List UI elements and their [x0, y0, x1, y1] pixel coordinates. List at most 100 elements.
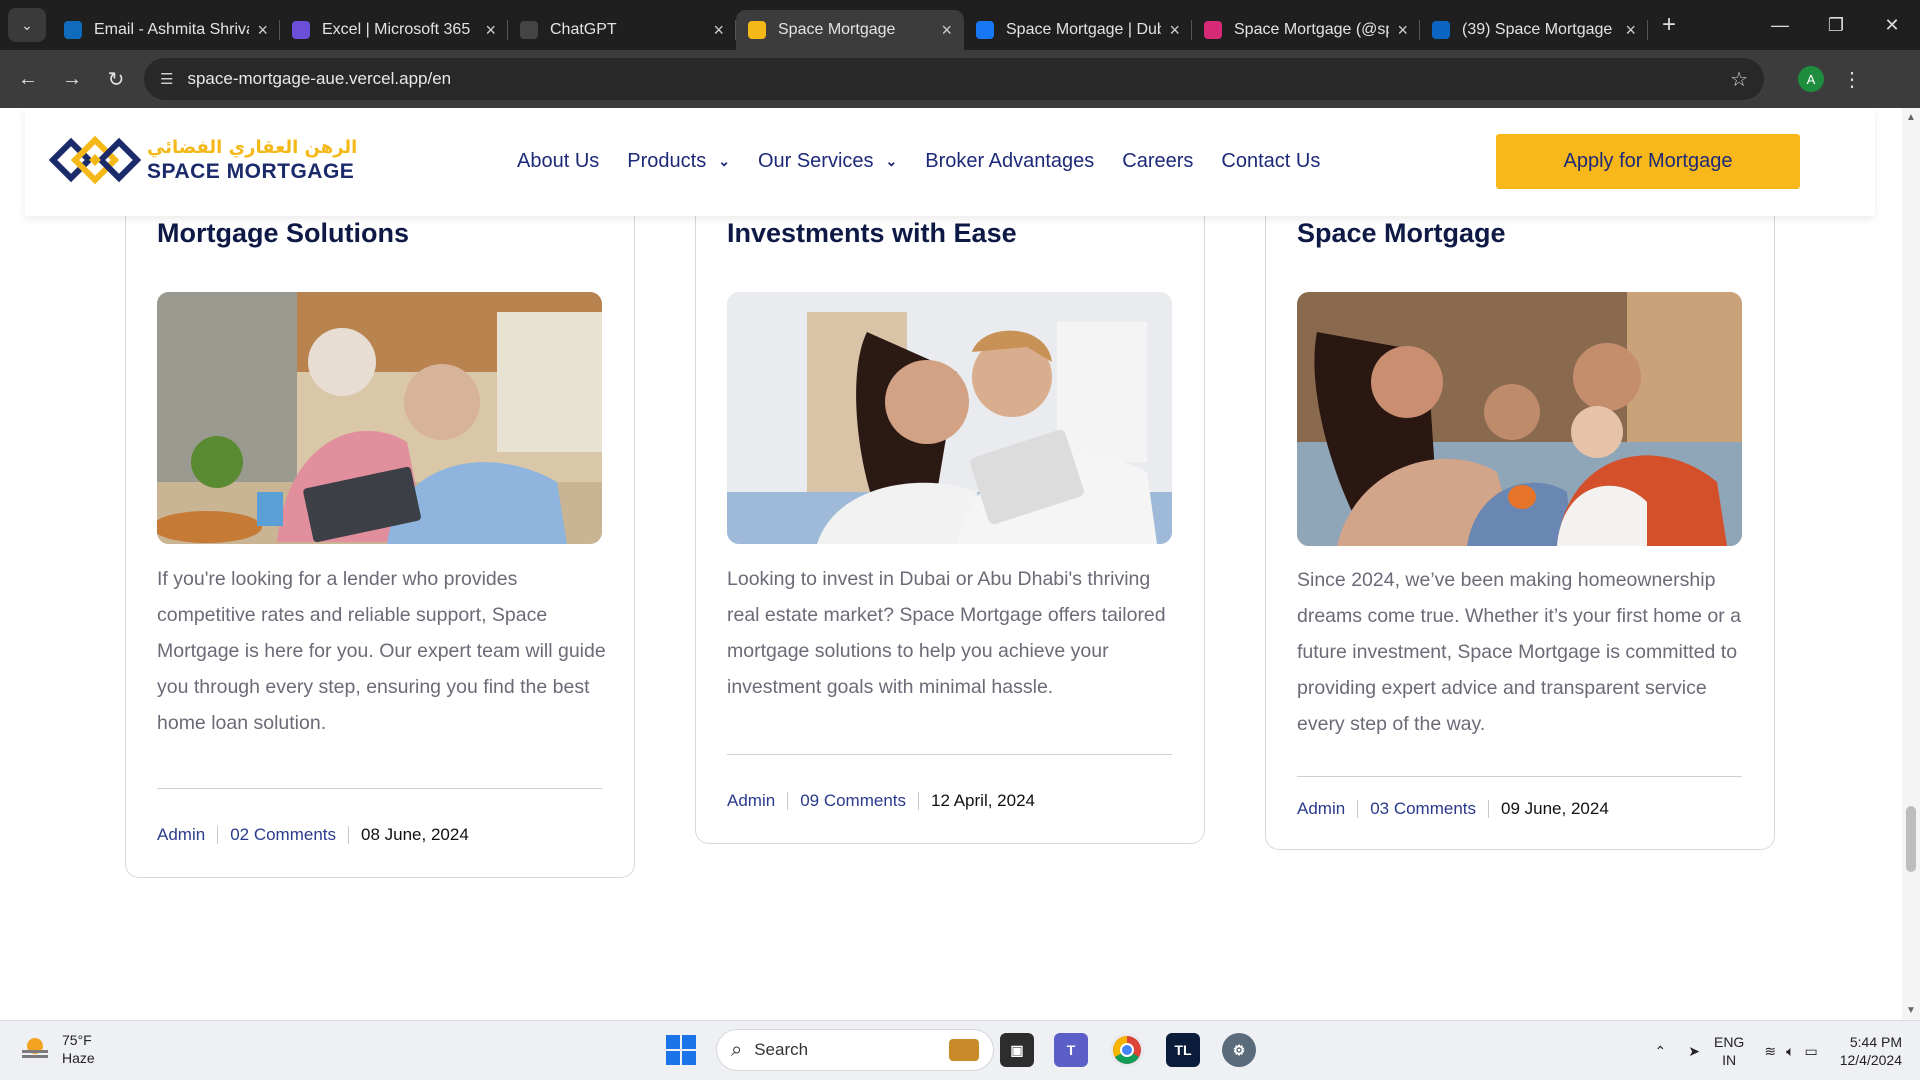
- weather-widget[interactable]: 75°F Haze: [20, 1031, 95, 1067]
- card-date: 12 April, 2024: [931, 791, 1035, 810]
- nav-item-our-services[interactable]: Our Services ⌄: [758, 150, 897, 173]
- chevron-up-icon[interactable]: ⌃: [1655, 1043, 1667, 1060]
- tab-title: Space Mortgage: [778, 21, 896, 38]
- nav-label: About Us: [517, 150, 600, 172]
- tab-close-icon[interactable]: ×: [1169, 20, 1180, 41]
- windows-taskbar: 75°F Haze ⌕ Search ▣ T TL ⚙ ⌃ ➤ ENG IN ≋…: [0, 1020, 1920, 1080]
- tab-search-button[interactable]: ⌄: [8, 8, 46, 42]
- card-author-link[interactable]: Admin: [1297, 799, 1345, 819]
- linkedin-icon: [1432, 21, 1450, 39]
- minimize-icon[interactable]: —: [1752, 15, 1808, 36]
- profile-avatar[interactable]: A: [1798, 66, 1824, 92]
- taskbar-search[interactable]: ⌕ Search: [716, 1029, 994, 1071]
- address-bar[interactable]: ☰ space-mortgage-aue.vercel.app/en ☆: [144, 58, 1764, 100]
- scrollbar-thumb[interactable]: [1906, 806, 1916, 872]
- volume-icon[interactable]: 🔈︎: [1786, 1043, 1794, 1060]
- tab-title: Email - Ashmita Shrivastava: [94, 21, 249, 38]
- reload-icon[interactable]: ↻: [94, 67, 138, 92]
- window-controls: — ❐ ✕: [1752, 0, 1920, 50]
- back-icon[interactable]: ←: [6, 68, 50, 91]
- browser-tab[interactable]: Space Mortgage | Dubai ×: [964, 10, 1192, 50]
- tab-close-icon[interactable]: ×: [485, 20, 496, 41]
- tl-app-icon[interactable]: TL: [1166, 1033, 1200, 1067]
- browser-tab[interactable]: Email - Ashmita Shrivastava ×: [52, 10, 280, 50]
- tab-close-icon[interactable]: ×: [1625, 20, 1636, 41]
- tab-title: Space Mortgage (@space: [1234, 21, 1389, 38]
- card-author-link[interactable]: Admin: [727, 791, 775, 811]
- tab-close-icon[interactable]: ×: [713, 20, 724, 41]
- nav-label: Careers: [1122, 150, 1194, 172]
- card-title[interactable]: Mortgage Solutions: [157, 218, 409, 249]
- close-window-icon[interactable]: ✕: [1864, 15, 1920, 36]
- scroll-up-icon[interactable]: ▲: [1906, 112, 1916, 123]
- meta-separator: [217, 826, 219, 844]
- meta-separator: [1488, 800, 1490, 818]
- card-author-link[interactable]: Admin: [157, 825, 205, 845]
- card-meta: Admin 02 Comments 08 June, 2024: [157, 825, 469, 845]
- facebook-icon: [976, 21, 994, 39]
- site-info-icon[interactable]: ☰: [160, 70, 173, 88]
- browser-tab[interactable]: Excel | Microsoft 365 ×: [280, 10, 508, 50]
- card-divider: [157, 788, 602, 789]
- tab-close-icon[interactable]: ×: [941, 20, 952, 41]
- restore-icon[interactable]: ❐: [1808, 15, 1864, 36]
- new-tab-button[interactable]: +: [1662, 11, 1676, 39]
- card-body: Looking to invest in Dubai or Abu Dhabi'…: [727, 568, 1166, 698]
- card-meta: Admin 09 Comments 12 April, 2024: [727, 791, 1035, 811]
- task-view-icon[interactable]: ▣: [1000, 1033, 1034, 1067]
- browser-menu-icon[interactable]: ⋮: [1842, 67, 1862, 92]
- nav-item-contact-us[interactable]: Contact Us: [1221, 150, 1320, 173]
- nav-item-broker-advantages[interactable]: Broker Advantages: [925, 150, 1094, 173]
- search-placeholder: Search: [754, 1040, 809, 1059]
- start-button-windows-icon[interactable]: [666, 1035, 696, 1065]
- scroll-down-icon[interactable]: ▼: [1906, 1005, 1916, 1016]
- nav-label: Contact Us: [1221, 150, 1321, 172]
- haze-weather-icon: [20, 1036, 50, 1062]
- main-navigation: About Us Products ⌄ Our Services ⌄ Broker Adv…: [517, 150, 1348, 173]
- card-title[interactable]: Investments with Ease: [727, 218, 1017, 249]
- page-scrollbar[interactable]: ▲ ▼: [1902, 108, 1920, 1020]
- wifi-icon[interactable]: ≋: [1764, 1043, 1776, 1060]
- card-title[interactable]: Space Mortgage: [1297, 218, 1506, 249]
- apply-for-mortgage-button[interactable]: Apply for Mortgage: [1496, 134, 1800, 189]
- nav-item-about-us[interactable]: About Us: [517, 150, 599, 173]
- card-meta: Admin 03 Comments 09 June, 2024: [1297, 799, 1609, 819]
- blog-card: Mortgage Solutions If you're looking for…: [125, 108, 635, 878]
- card-body: Since 2024, we’ve been making homeowners…: [1297, 569, 1741, 735]
- location-icon[interactable]: ➤: [1688, 1043, 1700, 1060]
- forward-icon[interactable]: →: [50, 68, 94, 91]
- browser-tab[interactable]: Space Mortgage (@space ×: [1192, 10, 1420, 50]
- card-comments-link[interactable]: 03 Comments: [1370, 799, 1476, 819]
- card-date: 08 June, 2024: [361, 825, 469, 844]
- tab-title: ChatGPT: [550, 21, 617, 38]
- tab-separator: [1647, 20, 1648, 40]
- taskbar-clock[interactable]: 5:44 PM 12/4/2024: [1840, 1033, 1902, 1069]
- card-comments-link[interactable]: 02 Comments: [230, 825, 336, 845]
- card-divider: [1297, 776, 1742, 777]
- meta-separator: [1357, 800, 1359, 818]
- meta-separator: [787, 792, 789, 810]
- clock-date: 12/4/2024: [1839, 1052, 1902, 1068]
- tab-close-icon[interactable]: ×: [1397, 20, 1408, 41]
- card-body: If you're looking for a lender who provi…: [157, 568, 606, 734]
- browser-tab[interactable]: (39) Space Mortgage ×: [1420, 10, 1648, 50]
- battery-icon[interactable]: ▭: [1804, 1043, 1817, 1060]
- copilot-icon: [292, 21, 310, 39]
- settings-gear-icon[interactable]: ⚙: [1222, 1033, 1256, 1067]
- tab-close-icon[interactable]: ×: [257, 20, 268, 41]
- nav-item-products[interactable]: Products ⌄: [627, 150, 730, 173]
- logo-arabic-text: الرهن العقاري الفضائي: [147, 136, 358, 158]
- browser-tab-bar: ⌄ Email - Ashmita Shrivastava×Excel | Mi…: [0, 0, 1920, 50]
- site-logo[interactable]: الرهن العقاري الفضائي SPACE MORTGAGE: [48, 130, 358, 190]
- teams-icon[interactable]: T: [1054, 1033, 1088, 1067]
- nav-label: Products: [627, 150, 707, 172]
- browser-tab[interactable]: ChatGPT ×: [508, 10, 736, 50]
- bookmark-star-icon[interactable]: ☆: [1730, 67, 1748, 92]
- card-comments-link[interactable]: 09 Comments: [800, 791, 906, 811]
- browser-tab[interactable]: Space Mortgage ×: [736, 10, 964, 50]
- language-indicator[interactable]: ENG IN: [1714, 1033, 1744, 1069]
- chrome-icon[interactable]: [1110, 1033, 1144, 1067]
- chevron-down-icon: ⌄: [885, 153, 898, 169]
- nav-item-careers[interactable]: Careers: [1122, 150, 1193, 173]
- blog-card: Investments with Ease Looking to invest …: [695, 108, 1205, 844]
